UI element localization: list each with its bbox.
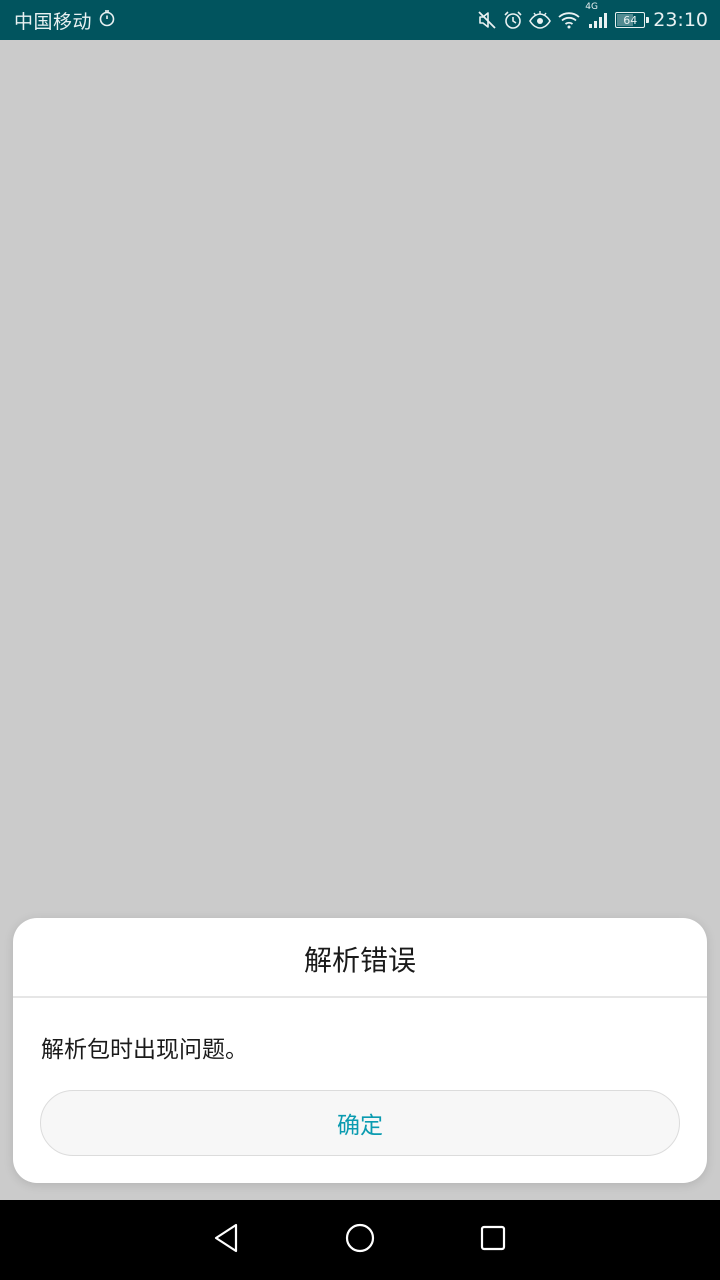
home-button[interactable] <box>344 1222 376 1258</box>
mute-icon <box>477 10 497 30</box>
recents-button[interactable] <box>477 1224 509 1256</box>
clock: 23:10 <box>653 9 708 31</box>
dialog-title: 解析错误 <box>13 918 707 998</box>
network-type-label: 4G <box>585 2 598 12</box>
status-bar: 中国移动 4G 64 23:10 <box>0 0 720 40</box>
dialog-message: 解析包时出现问题。 <box>41 1037 248 1063</box>
back-button[interactable] <box>210 1222 242 1258</box>
eye-comfort-icon <box>529 10 552 30</box>
carrier-name: 中国移动 <box>14 10 93 33</box>
parse-error-dialog: 解析错误 解析包时出现问题。 确定 <box>13 918 707 1183</box>
confirm-button[interactable]: 确定 <box>40 1090 680 1156</box>
signal-icon: 4G <box>585 2 609 30</box>
status-left: 中国移动 <box>14 7 477 34</box>
home-icon <box>344 1222 376 1258</box>
status-right: 4G 64 23:10 <box>477 2 708 31</box>
back-icon <box>211 1222 241 1258</box>
stopwatch-icon <box>98 9 116 31</box>
recents-icon <box>477 1222 509 1258</box>
alarm-icon <box>503 10 523 30</box>
battery-icon: 64 <box>615 12 650 28</box>
navigation-bar <box>0 1200 720 1280</box>
battery-percent: 64 <box>623 13 638 27</box>
wifi-icon <box>557 10 581 30</box>
